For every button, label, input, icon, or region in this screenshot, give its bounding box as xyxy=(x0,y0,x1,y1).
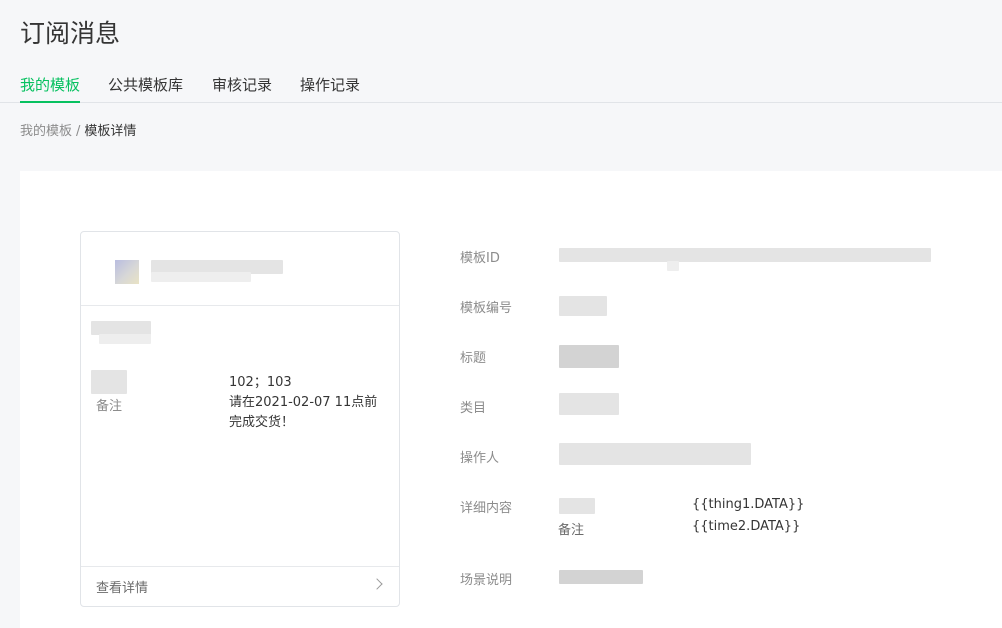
view-details-label: 查看详情 xyxy=(96,581,149,596)
detailed-content-label: 详细内容 xyxy=(460,501,513,516)
redacted-field-label xyxy=(91,370,127,394)
message-preview-card: 102；103 备注 请在2021-02-07 11点前完成交货！ 查看详情 xyxy=(80,231,400,607)
redacted-account-name-shadow xyxy=(151,272,251,282)
view-details-row[interactable]: 查看详情 xyxy=(81,566,399,606)
tab-public-template-library[interactable]: 公共模板库 xyxy=(108,74,183,101)
page-title: 订阅消息 xyxy=(20,19,121,48)
account-avatar xyxy=(115,260,139,284)
preview-field-value: 102；103 xyxy=(229,375,292,390)
tab-operation-records[interactable]: 操作记录 xyxy=(300,74,360,101)
redacted-template-id xyxy=(559,248,931,262)
breadcrumb: 我的模板 / 模板详情 xyxy=(20,120,136,139)
redacted-operator xyxy=(559,443,751,465)
chevron-right-icon xyxy=(371,578,383,590)
redacted-category xyxy=(559,393,619,415)
card-header xyxy=(81,232,399,306)
preview-remark-label: 备注 xyxy=(96,399,123,414)
preview-remark-value: 请在2021-02-07 11点前完成交货！ xyxy=(229,395,378,430)
tab-my-templates[interactable]: 我的模板 xyxy=(20,74,81,103)
breadcrumb-separator: / xyxy=(76,124,81,139)
breadcrumb-parent-link[interactable]: 我的模板 xyxy=(20,124,72,139)
content-remark-value: {{time2.DATA}} xyxy=(692,519,801,534)
tab-review-records[interactable]: 审核记录 xyxy=(212,74,272,101)
redacted-title xyxy=(559,345,619,368)
redacted-template-id-shadow xyxy=(667,261,679,271)
redacted-message-title xyxy=(91,321,151,335)
redacted-message-title-shadow xyxy=(99,334,151,344)
scene-description-label: 场景说明 xyxy=(460,573,513,588)
breadcrumb-current: 模板详情 xyxy=(84,124,137,139)
content-field-value: {{thing1.DATA}} xyxy=(692,497,805,512)
redacted-template-number xyxy=(559,296,607,316)
content-remark-label: 备注 xyxy=(558,523,585,538)
template-id-label: 模板ID xyxy=(460,251,500,266)
operator-label: 操作人 xyxy=(460,451,500,466)
redacted-content-field-label xyxy=(559,498,595,514)
redacted-scene-description xyxy=(559,570,643,584)
template-number-label: 模板编号 xyxy=(460,301,513,316)
category-label: 类目 xyxy=(460,401,487,416)
title-label: 标题 xyxy=(460,351,487,366)
tab-bar: 我的模板 公共模板库 审核记录 操作记录 xyxy=(0,72,1002,103)
detail-panel: 102；103 备注 请在2021-02-07 11点前完成交货！ 查看详情 模… xyxy=(20,171,1002,628)
